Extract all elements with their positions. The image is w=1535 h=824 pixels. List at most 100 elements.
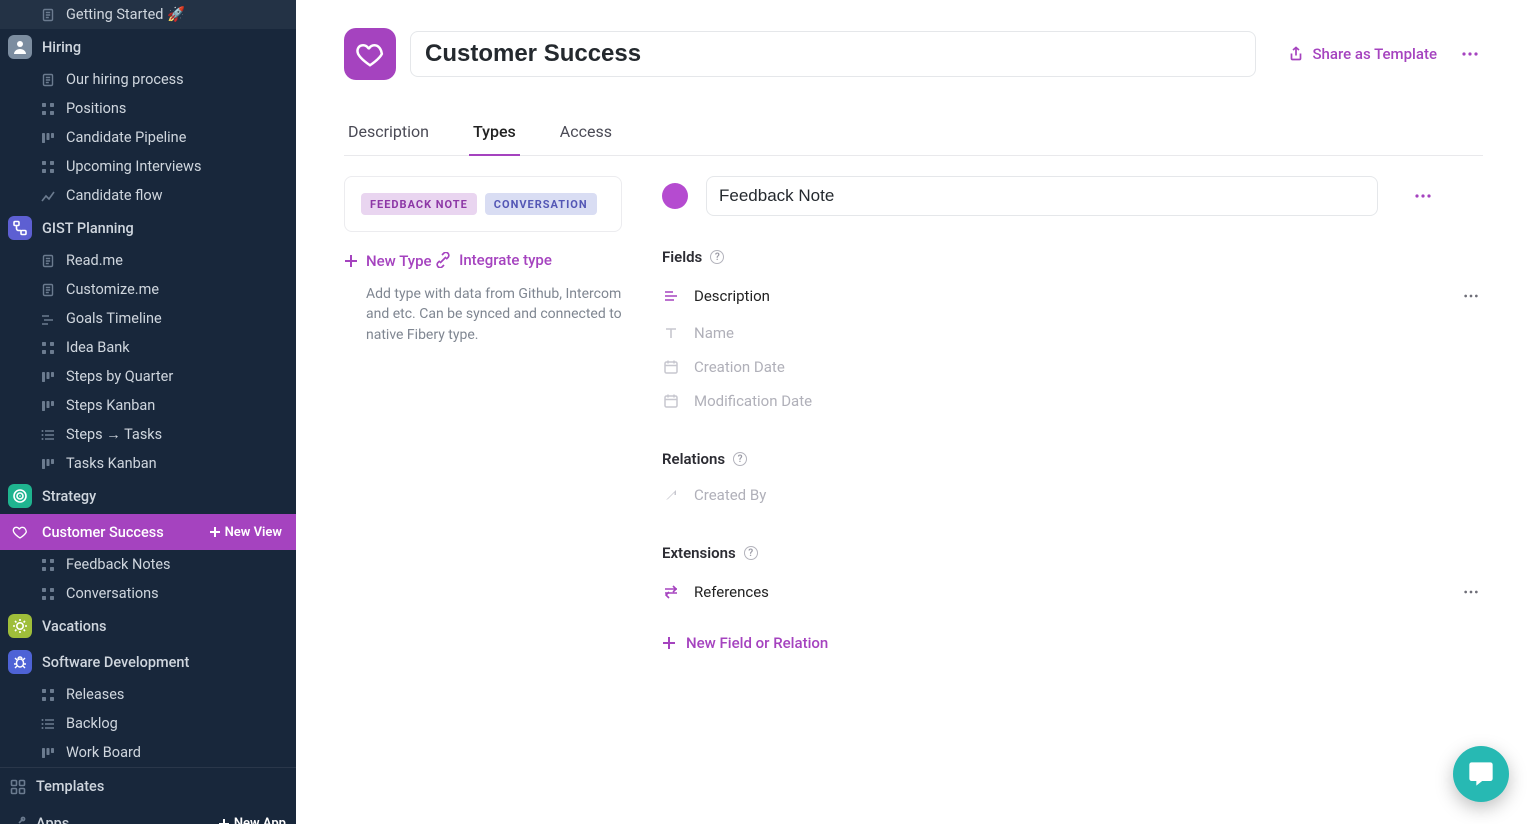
sidebar-space[interactable]: Getting Started 🚀	[0, 0, 296, 29]
type-pill[interactable]: FEEDBACK NOTE	[361, 193, 477, 215]
new-app-button[interactable]: New App	[218, 816, 286, 824]
grid-icon	[40, 159, 56, 175]
sidebar-view[interactable]: Releases	[0, 680, 296, 709]
sidebar: Getting Started 🚀 Hiring Our hiring proces…	[0, 0, 296, 824]
header-more-button[interactable]	[1457, 41, 1483, 67]
field-row[interactable]: References	[662, 572, 1483, 612]
new-type-button[interactable]: New Type	[344, 252, 432, 270]
field-row[interactable]: Creation Date	[662, 350, 1483, 384]
chat-launcher[interactable]	[1453, 746, 1509, 802]
integrate-type-button[interactable]: Integrate type	[435, 251, 552, 269]
sidebar-view[interactable]: Steps Kanban	[0, 391, 296, 420]
sidebar-view[interactable]: Candidate flow	[0, 181, 296, 210]
field-more-button[interactable]	[1459, 284, 1483, 308]
sidebar-view[interactable]: Idea Bank	[0, 333, 296, 362]
field-more-button[interactable]	[1459, 580, 1483, 604]
board-icon	[40, 369, 56, 385]
board-icon	[40, 456, 56, 472]
new-view-button[interactable]: New View	[209, 525, 288, 540]
sidebar-apps[interactable]: Apps New App	[0, 805, 296, 824]
grid-icon	[40, 557, 56, 573]
integrate-type-label: Integrate type	[459, 251, 552, 269]
extensions-help-icon[interactable]: ?	[744, 546, 758, 560]
sidebar-view-label: Steps → Tasks	[66, 426, 286, 443]
sidebar-view[interactable]: Our hiring process	[0, 65, 296, 94]
sidebar-view-label: Steps Kanban	[66, 397, 286, 414]
type-color-dot[interactable]	[662, 183, 688, 209]
field-label: Created By	[694, 486, 766, 504]
sidebar-space-label: Strategy	[42, 488, 288, 505]
field-row[interactable]: Created By	[662, 478, 1483, 512]
tabs: Description Types Access	[344, 114, 1483, 156]
sidebar-view[interactable]: Steps → Tasks	[0, 420, 296, 449]
new-field-button[interactable]: New Field or Relation	[662, 634, 828, 652]
sidebar-view[interactable]: Steps by Quarter	[0, 362, 296, 391]
sidebar-view[interactable]: Conversations	[0, 579, 296, 608]
field-row[interactable]: Description	[662, 276, 1483, 316]
doc-icon	[40, 7, 56, 23]
sidebar-view-label: Candidate Pipeline	[66, 129, 286, 146]
arrow-icon	[662, 486, 680, 504]
grid-icon	[40, 687, 56, 703]
extensions-section-title: Extensions ?	[662, 544, 1483, 562]
sun-icon	[8, 614, 32, 638]
field-label: Description	[694, 287, 770, 305]
sidebar-view-label: Steps by Quarter	[66, 368, 286, 385]
apps-label: Apps	[36, 815, 208, 824]
calendar-icon	[662, 392, 680, 410]
field-row[interactable]: Modification Date	[662, 384, 1483, 418]
integrate-type-description: Add type with data from Github, Intercom…	[344, 284, 622, 345]
sidebar-view[interactable]: Backlog	[0, 709, 296, 738]
sidebar-view[interactable]: Upcoming Interviews	[0, 152, 296, 181]
fields-help-icon[interactable]: ?	[710, 250, 724, 264]
sidebar-space[interactable]: Vacations	[0, 608, 296, 644]
sidebar-view[interactable]: Work Board	[0, 738, 296, 767]
field-row[interactable]: Name	[662, 316, 1483, 350]
app-icon[interactable]	[344, 28, 396, 80]
person-icon	[8, 35, 32, 59]
sidebar-view[interactable]: Customize.me	[0, 275, 296, 304]
templates-icon	[10, 779, 26, 795]
tab-access[interactable]: Access	[556, 114, 616, 155]
sidebar-space-label: Hiring	[42, 39, 288, 56]
type-name-input[interactable]	[706, 176, 1378, 216]
type-pill[interactable]: CONVERSATION	[485, 193, 597, 215]
refs-icon	[662, 583, 680, 601]
relations-help-icon[interactable]: ?	[733, 452, 747, 466]
sidebar-space-label: GIST Planning	[42, 220, 288, 237]
sidebar-space[interactable]: Software Development	[0, 644, 296, 680]
sidebar-space[interactable]: Hiring	[0, 29, 296, 65]
app-title-input[interactable]	[410, 31, 1256, 77]
sidebar-view[interactable]: Feedback Notes	[0, 550, 296, 579]
sidebar-space[interactable]: Customer SuccessNew View	[0, 514, 296, 550]
tab-description[interactable]: Description	[344, 114, 433, 155]
sidebar-view-label: Read.me	[66, 252, 286, 269]
types-card: FEEDBACK NOTE CONVERSATION	[344, 176, 622, 232]
tab-types[interactable]: Types	[469, 114, 520, 155]
sidebar-view[interactable]: Tasks Kanban	[0, 449, 296, 478]
sidebar-view[interactable]: Read.me	[0, 246, 296, 275]
doc-icon	[40, 282, 56, 298]
sidebar-view[interactable]: Candidate Pipeline	[0, 123, 296, 152]
page-header: Share as Template	[344, 28, 1483, 80]
field-label: Modification Date	[694, 392, 812, 410]
sidebar-space-label: Software Development	[42, 654, 288, 671]
sidebar-space[interactable]: Strategy	[0, 478, 296, 514]
new-app-label: New App	[234, 816, 286, 824]
grid-icon	[40, 586, 56, 602]
templates-label: Templates	[36, 778, 286, 795]
board-icon	[40, 745, 56, 761]
sidebar-view[interactable]: Goals Timeline	[0, 304, 296, 333]
sidebar-space-label: Getting Started 🚀	[66, 6, 286, 23]
timeline-icon	[40, 311, 56, 327]
sidebar-view[interactable]: Positions	[0, 94, 296, 123]
sidebar-view-label: Backlog	[66, 715, 286, 732]
bug-icon	[8, 650, 32, 674]
sidebar-space[interactable]: GIST Planning	[0, 210, 296, 246]
sidebar-templates[interactable]: Templates	[0, 768, 296, 805]
type-more-button[interactable]	[1410, 183, 1436, 209]
share-template-button[interactable]: Share as Template	[1288, 45, 1437, 63]
text-icon	[662, 324, 680, 342]
types-panel: FEEDBACK NOTE CONVERSATION New Type Integ…	[344, 176, 622, 654]
sidebar-view-label: Customize.me	[66, 281, 286, 298]
